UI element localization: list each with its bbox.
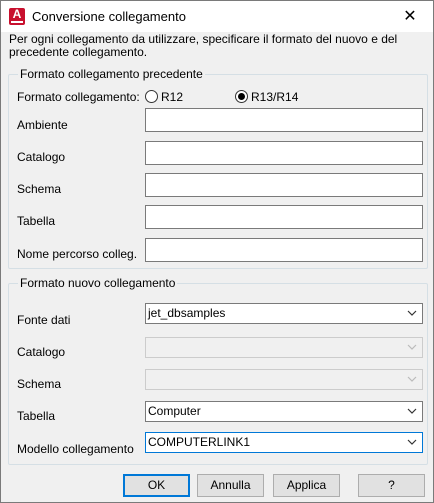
new-catalogo-label: Catalogo — [17, 345, 66, 359]
modello-collegamento-select[interactable]: COMPUTERLINK1 — [145, 432, 423, 453]
fonte-dati-select[interactable]: jet_dbsamples — [145, 303, 423, 324]
applica-button[interactable]: Applica — [273, 474, 340, 497]
tabella-label: Tabella — [17, 214, 56, 228]
radio-r12-label[interactable]: R12 — [161, 90, 183, 104]
dialog-title: Conversione collegamento — [32, 9, 186, 24]
radio-selected-dot — [238, 93, 245, 100]
radio-r13-r14-label[interactable]: R13/R14 — [251, 90, 298, 104]
format-label: Formato collegamento: — [17, 90, 140, 104]
autocad-app-icon: A — [9, 8, 25, 25]
schema-label: Schema — [17, 182, 62, 196]
schema-field[interactable] — [145, 173, 423, 197]
ok-button[interactable]: OK — [123, 474, 190, 497]
new-schema-label: Schema — [17, 377, 62, 391]
dialog-window: A Conversione collegamento ✕ Per ogni co… — [0, 0, 434, 503]
chevron-down-icon — [407, 310, 417, 316]
new-catalogo-select[interactable] — [145, 337, 423, 358]
title-bar: A Conversione collegamento ✕ — [1, 1, 433, 32]
ambiente-label: Ambiente — [17, 118, 68, 132]
radio-r13-r14[interactable] — [235, 90, 248, 103]
ambiente-field[interactable] — [145, 108, 423, 132]
modello-value: COMPUTERLINK1 — [148, 435, 251, 449]
modello-label: Modello collegamento — [17, 442, 134, 456]
new-tabella-select[interactable]: Computer — [145, 401, 423, 422]
radio-r12[interactable] — [145, 90, 158, 103]
new-format-legend: Formato nuovo collegamento — [18, 276, 178, 290]
percorso-field[interactable] — [145, 238, 423, 262]
catalogo-label: Catalogo — [17, 150, 66, 164]
new-tabella-label: Tabella — [17, 409, 56, 423]
new-tabella-value: Computer — [148, 404, 201, 418]
close-icon: ✕ — [403, 8, 417, 25]
chevron-down-icon — [407, 408, 417, 414]
new-schema-select[interactable] — [145, 369, 423, 390]
fonte-label: Fonte dati — [17, 313, 71, 327]
chevron-down-icon — [407, 439, 417, 445]
chevron-down-icon — [407, 344, 417, 350]
annulla-button[interactable]: Annulla — [197, 474, 264, 497]
help-button[interactable]: ? — [358, 474, 425, 497]
tabella-field[interactable] — [145, 205, 423, 229]
close-button[interactable]: ✕ — [387, 1, 433, 32]
chevron-down-icon — [407, 376, 417, 382]
percorso-label: Nome percorso colleg. — [17, 247, 138, 261]
previous-format-legend: Formato collegamento precedente — [18, 67, 205, 81]
catalogo-field[interactable] — [145, 141, 423, 165]
fonte-dati-value: jet_dbsamples — [148, 306, 226, 320]
intro-text: Per ogni collegamento da utilizzare, spe… — [9, 32, 398, 59]
